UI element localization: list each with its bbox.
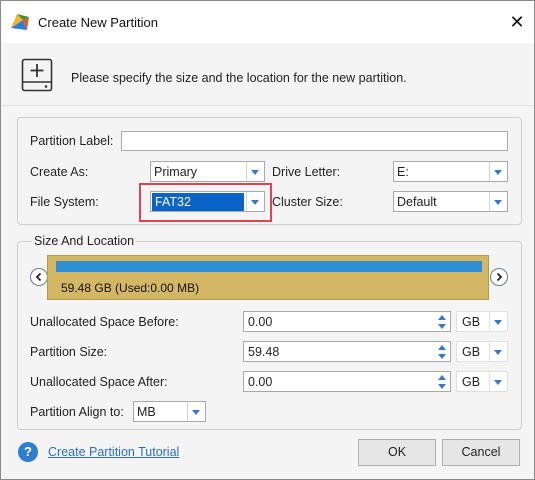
- partition-size-input[interactable]: 59.48: [243, 341, 451, 362]
- partition-align-value: MB: [137, 405, 156, 419]
- create-partition-dialog: Create New Partition ✕ Please specify th…: [0, 0, 535, 480]
- cluster-size-select[interactable]: Default: [393, 191, 508, 212]
- unallocated-after-label: Unallocated Space After:: [30, 375, 168, 389]
- chevron-down-icon: [246, 192, 264, 211]
- partition-label-input[interactable]: [121, 131, 508, 151]
- spin-down-icon[interactable]: [435, 352, 449, 361]
- instruction-text: Please specify the size and the location…: [71, 71, 407, 85]
- chevron-down-icon: [489, 192, 507, 211]
- chevron-down-icon: [246, 162, 264, 181]
- drive-letter-select[interactable]: E:: [393, 161, 508, 182]
- ok-button[interactable]: OK: [358, 439, 436, 466]
- unit-value: GB: [462, 345, 481, 359]
- help-icon[interactable]: ?: [18, 442, 38, 462]
- partition-size-value: 59.48: [248, 345, 280, 359]
- create-as-select[interactable]: Primary: [150, 161, 265, 182]
- add-disk-icon: [21, 58, 53, 92]
- cancel-button[interactable]: Cancel: [442, 439, 520, 466]
- close-button[interactable]: ✕: [506, 11, 528, 33]
- file-system-value: FAT32: [152, 193, 244, 211]
- spin-up-icon[interactable]: [435, 373, 449, 382]
- unallocated-after-input[interactable]: 0.00: [243, 371, 451, 392]
- spin-down-icon[interactable]: [435, 382, 449, 391]
- create-as-label: Create As:: [30, 165, 89, 179]
- unit-value: GB: [462, 315, 481, 329]
- chevron-left-icon: [35, 272, 42, 282]
- chevron-down-icon: [489, 372, 507, 391]
- cluster-size-value: Default: [397, 195, 437, 209]
- window-title: Create New Partition: [38, 15, 158, 30]
- unallocated-after-unit-select[interactable]: GB: [456, 371, 508, 392]
- spin-up-icon[interactable]: [435, 313, 449, 322]
- chevron-down-icon: [187, 402, 205, 421]
- partition-align-select[interactable]: MB: [133, 401, 206, 422]
- partition-size-bar[interactable]: 59.48 GB (Used:0.00 MB): [47, 255, 489, 300]
- unallocated-after-value: 0.00: [248, 375, 273, 389]
- title-bar: Create New Partition ✕: [1, 1, 534, 43]
- partition-size-unit-select[interactable]: GB: [456, 341, 508, 362]
- app-logo-icon: [11, 14, 29, 30]
- create-as-value: Primary: [154, 165, 198, 179]
- move-right-button[interactable]: [490, 268, 508, 286]
- chevron-down-icon: [489, 342, 507, 361]
- partition-label-label: Partition Label:: [30, 134, 114, 148]
- drive-letter-label: Drive Letter:: [272, 165, 341, 179]
- partition-fill: [56, 261, 482, 272]
- unallocated-before-unit-select[interactable]: GB: [456, 311, 508, 332]
- header-divider: [1, 105, 534, 106]
- close-icon: ✕: [509, 12, 525, 32]
- dialog-header: Please specify the size and the location…: [1, 43, 534, 105]
- tutorial-link[interactable]: Create Partition Tutorial: [48, 445, 179, 459]
- chevron-down-icon: [489, 162, 507, 181]
- spin-up-icon[interactable]: [435, 343, 449, 352]
- unallocated-before-label: Unallocated Space Before:: [30, 315, 179, 329]
- file-system-label: File System:: [30, 195, 99, 209]
- chevron-right-icon: [496, 272, 503, 282]
- drive-letter-value: E:: [397, 165, 409, 179]
- partition-size-label: Partition Size:: [30, 345, 108, 359]
- partition-align-label: Partition Align to:: [30, 405, 124, 419]
- chevron-down-icon: [489, 312, 507, 331]
- move-left-button[interactable]: [30, 268, 48, 286]
- cluster-size-label: Cluster Size:: [272, 195, 343, 209]
- file-system-select[interactable]: FAT32: [150, 191, 265, 212]
- size-location-title: Size And Location: [32, 234, 137, 248]
- spin-down-icon[interactable]: [435, 322, 449, 331]
- partition-bar-text: 59.48 GB (Used:0.00 MB): [61, 281, 200, 295]
- unallocated-before-input[interactable]: 0.00: [243, 311, 451, 332]
- unallocated-before-value: 0.00: [248, 315, 273, 329]
- unit-value: GB: [462, 375, 481, 389]
